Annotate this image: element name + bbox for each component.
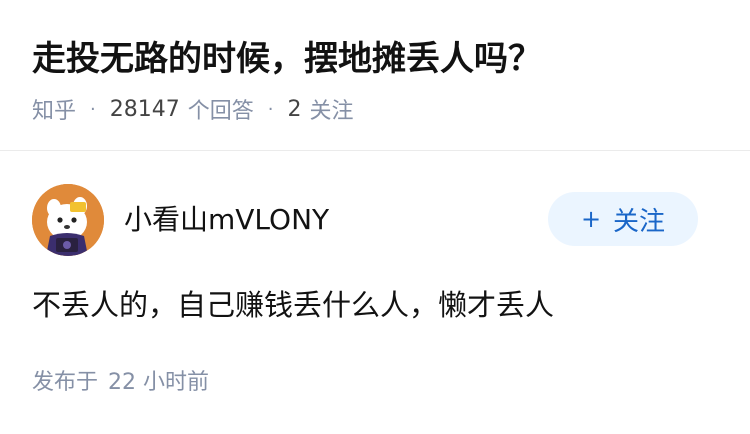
author-name[interactable]: 小看山mVLONY (124, 200, 329, 240)
published-label: 发布于 (32, 370, 99, 395)
question-title[interactable]: 走投无路的时候，摆地摊丢人吗？ (32, 34, 542, 84)
follower-count-label: 关注 (309, 99, 354, 124)
answer-count: 28147 (109, 96, 180, 122)
follower-count: 2 (287, 96, 302, 122)
source-label[interactable]: 知乎 (32, 93, 76, 125)
answer-content[interactable]: 不丢人的，自己赚钱丢什么人，懒才丢人 (32, 282, 554, 328)
follow-button-label: 关注 (613, 206, 666, 237)
question-header: 走投无路的时候，摆地摊丢人吗？ 知乎 · 28147 个回答 · 2 关注 (0, 0, 750, 150)
question-meta: 知乎 · 28147 个回答 · 2 关注 (32, 92, 354, 126)
author-avatar[interactable] (32, 184, 104, 256)
answer-published-time: 发布于 22 小时前 (32, 366, 209, 400)
follow-button[interactable]: + 关注 (548, 192, 698, 246)
answer-count-label: 个回答 (187, 99, 254, 124)
plus-icon: + (580, 205, 602, 233)
published-time-value: 22 小时前 (108, 370, 210, 395)
section-divider (0, 150, 750, 151)
meta-separator: · (90, 98, 96, 120)
avatar-cartoon-mascot-icon (32, 184, 104, 256)
answer-author-row: 小看山mVLONY + 关注 (32, 184, 718, 256)
meta-separator: · (267, 98, 274, 120)
